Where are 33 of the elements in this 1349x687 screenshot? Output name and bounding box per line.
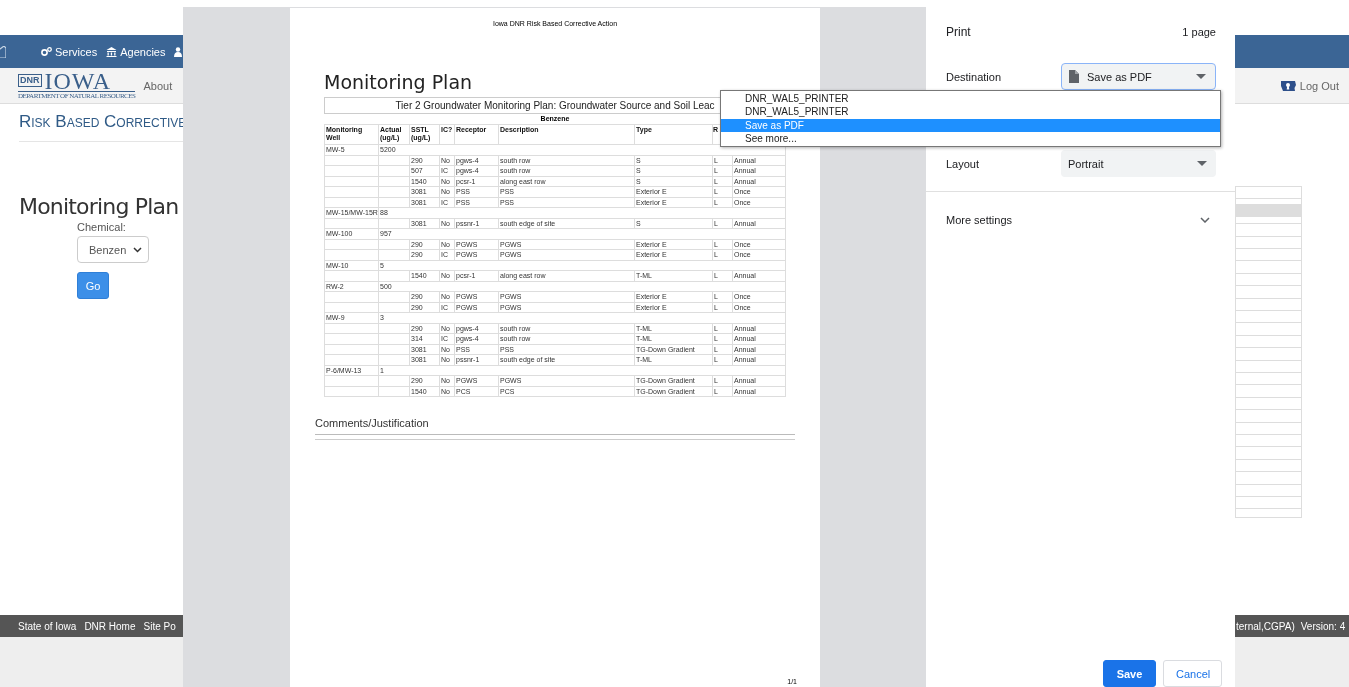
footer-link[interactable]: DNR Home (84, 620, 136, 632)
gears-icon (41, 47, 52, 56)
more-settings-toggle[interactable]: More settings (946, 214, 1216, 226)
save-button[interactable]: Save (1103, 660, 1156, 687)
setting-label: Destination (946, 70, 1002, 83)
home-icon (0, 45, 6, 58)
nav-link[interactable]: Services (41, 45, 98, 58)
document-title: Monitoring Plan (324, 71, 474, 93)
caret-icon (1197, 161, 1207, 166)
logout-link[interactable]: Log Out (1279, 79, 1349, 92)
footer-text: Version: 4 (1300, 620, 1346, 632)
file-icon (1069, 70, 1079, 83)
section-heading: Comments/Justification (315, 417, 430, 429)
building-icon (106, 46, 118, 57)
chevron-down-icon (133, 246, 142, 253)
setting-select[interactable]: Save as PDF (1061, 63, 1216, 90)
cancel-button[interactable]: Cancel (1163, 660, 1222, 687)
keyhole-icon (1279, 79, 1297, 92)
page-count: 1 page (1182, 26, 1216, 38)
setting-select[interactable]: Portrait (1061, 150, 1216, 177)
setting-label: Layout (946, 157, 980, 170)
page-heading: Monitoring Plan (19, 194, 180, 220)
header-link[interactable]: About (143, 79, 173, 92)
field-label: Chemical: (77, 221, 127, 233)
caret-icon (1196, 74, 1206, 79)
people-icon (174, 46, 183, 57)
nav-link[interactable]: Agencies (106, 45, 166, 58)
footer-text: ternal,CGPA) (1236, 620, 1295, 632)
dialog-title: Print (946, 25, 971, 39)
chevron-down-icon (1200, 217, 1210, 223)
chemical-select[interactable]: Benzen (77, 236, 149, 263)
footer-link[interactable]: Site Po (143, 620, 176, 632)
footer-link[interactable]: State of Iowa (18, 620, 77, 632)
